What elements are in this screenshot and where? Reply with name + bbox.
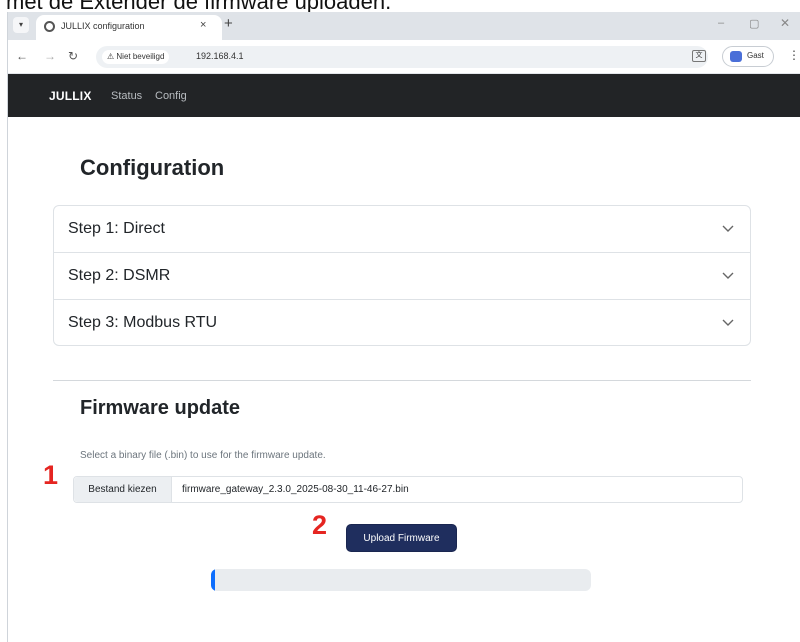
accordion-item-step-2[interactable]: Step 2: DSMR — [54, 253, 750, 300]
security-indicator[interactable]: ⚠ Niet beveiligd — [102, 50, 170, 64]
navbar-brand[interactable]: JULLIX — [49, 89, 92, 103]
maximize-button[interactable]: ▢ — [749, 17, 759, 30]
steps-accordion: Step 1: Direct Step 2: DSMR Step 3: Modb… — [53, 205, 751, 346]
firmware-file-input[interactable]: Bestand kiezen firmware_gateway_2.3.0_20… — [73, 476, 743, 503]
translate-icon[interactable]: 文 — [692, 50, 706, 62]
forward-button[interactable]: → — [44, 49, 56, 63]
browser-window: ▾ JULLIX configuration × + – ▢ ✕ ← → ↻ ⚠… — [7, 12, 800, 642]
annotation-marker-2: 2 — [312, 510, 328, 540]
tab-search-icon[interactable]: ▾ — [13, 17, 29, 33]
upload-progress-bar — [211, 569, 591, 591]
new-tab-button[interactable]: + — [224, 15, 233, 32]
url-text: 192.168.4.1 — [196, 51, 244, 61]
selected-file-name: firmware_gateway_2.3.0_2025-08-30_11-46-… — [182, 484, 409, 495]
accordion-label: Step 1: Direct — [68, 220, 165, 237]
navbar: JULLIX Status Config — [8, 74, 800, 117]
address-bar: ← → ↻ ⚠ Niet beveiligd 192.168.4.1 文 Gas… — [8, 40, 800, 74]
globe-icon — [44, 21, 55, 32]
reload-button[interactable]: ↻ — [68, 49, 78, 63]
accordion-item-step-1[interactable]: Step 1: Direct — [54, 206, 750, 253]
nav-link-status[interactable]: Status — [111, 90, 142, 102]
firmware-section-title: Firmware update — [80, 397, 241, 419]
nav-link-config[interactable]: Config — [155, 90, 187, 102]
section-divider — [53, 380, 751, 381]
minimize-button[interactable]: – — [718, 17, 724, 29]
chevron-down-icon — [722, 225, 734, 232]
profile-button[interactable]: Gast — [722, 46, 774, 67]
chevron-down-icon — [722, 319, 734, 326]
profile-avatar-icon — [730, 51, 742, 62]
url-input[interactable]: ⚠ Niet beveiligd 192.168.4.1 — [96, 46, 708, 68]
accordion-label: Step 3: Modbus RTU — [68, 314, 218, 331]
annotation-marker-1: 1 — [43, 460, 59, 490]
upload-firmware-button[interactable]: Upload Firmware — [346, 524, 457, 552]
back-button[interactable]: ← — [16, 49, 28, 63]
page-title: Configuration — [80, 155, 225, 180]
accordion-item-step-3[interactable]: Step 3: Modbus RTU — [54, 300, 750, 347]
browser-menu-button[interactable]: ⋮ — [788, 48, 800, 62]
tab-strip: ▾ JULLIX configuration × + – ▢ ✕ — [8, 12, 800, 40]
upload-progress-fill — [211, 569, 215, 591]
tab-close-button[interactable]: × — [200, 19, 206, 31]
browser-tab[interactable]: JULLIX configuration × — [36, 15, 222, 40]
tab-title: JULLIX configuration — [61, 21, 145, 31]
accordion-label: Step 2: DSMR — [68, 267, 171, 284]
profile-label: Gast — [747, 51, 764, 60]
close-window-button[interactable]: ✕ — [780, 16, 790, 30]
firmware-help-text: Select a binary file (.bin) to use for t… — [80, 450, 326, 461]
choose-file-button[interactable]: Bestand kiezen — [74, 477, 172, 502]
chevron-down-icon — [722, 272, 734, 279]
